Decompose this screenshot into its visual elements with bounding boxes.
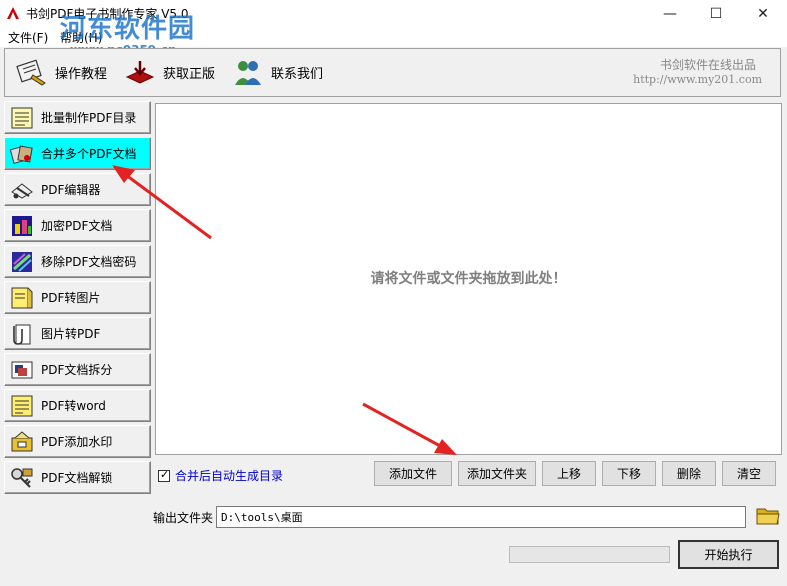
- brand-text: 书剑软件在线出品: [659, 58, 756, 72]
- folder-icon[interactable]: [756, 504, 780, 526]
- sidebar-item-watermark[interactable]: PDF添加水印: [4, 425, 151, 458]
- sidebar-item-label: PDF添加水印: [41, 435, 113, 449]
- watermark-icon: [11, 430, 33, 451]
- start-button[interactable]: 开始执行: [678, 540, 779, 569]
- buy-button[interactable]: 获取正版: [123, 57, 215, 87]
- sidebar-item-encrypt[interactable]: 加密PDF文档: [4, 209, 151, 242]
- contact-label: 联系我们: [271, 66, 324, 82]
- sidebar-item-label: 移除PDF文档密码: [41, 255, 137, 269]
- auto-toc-checkbox[interactable]: 合并后自动生成目录: [158, 467, 283, 484]
- sidebar-item-label: 批量制作PDF目录: [41, 111, 137, 125]
- sidebar-item-label: PDF文档解锁: [41, 471, 113, 485]
- sidebar-item-catalog[interactable]: 批量制作PDF目录: [4, 101, 151, 134]
- sidebar-item-label: 图片转PDF: [41, 327, 101, 341]
- sidebar-item-split[interactable]: PDF文档拆分: [4, 353, 151, 386]
- sidebar-item-merge[interactable]: 合并多个PDF文档: [4, 137, 151, 170]
- unlock-password-icon: [12, 251, 32, 272]
- tutorial-icon: [16, 59, 46, 86]
- move-down-button[interactable]: 下移: [602, 461, 656, 486]
- contact-icon: [235, 61, 261, 85]
- watermark-text: 河东软件园: [60, 14, 196, 44]
- sidebar-item-editor[interactable]: PDF编辑器: [4, 173, 151, 206]
- clip-icon: [13, 324, 31, 345]
- sidebar-item-label: PDF文档拆分: [41, 363, 113, 377]
- sidebar-item-pdf-to-word[interactable]: PDF转word: [4, 389, 151, 422]
- brand-url[interactable]: http://www.my201.com: [633, 73, 762, 86]
- app-icon: [7, 7, 19, 19]
- key-icon: [11, 467, 33, 488]
- buy-icon: [125, 61, 155, 84]
- sidebar-item-label: PDF编辑器: [41, 183, 101, 197]
- merge-icon: [9, 144, 33, 164]
- tutorial-button[interactable]: 操作教程: [15, 57, 107, 87]
- sidebar-item-pdf-to-image[interactable]: PDF转图片: [4, 281, 151, 314]
- image-icon: [11, 287, 33, 308]
- move-up-button[interactable]: 上移: [542, 461, 596, 486]
- catalog-icon: [11, 107, 33, 128]
- toolbar: 操作教程 获取正版 联系我们 书剑软件在线出品 http://www.my201…: [4, 48, 781, 97]
- sidebar-item-label: PDF转图片: [41, 291, 101, 305]
- lock-icon: [12, 215, 32, 236]
- split-icon: [11, 361, 33, 378]
- file-drop-area[interactable]: 请将文件或文件夹拖放到此处！: [155, 103, 782, 455]
- sidebar-item-label: 合并多个PDF文档: [41, 147, 137, 161]
- minimize-button[interactable]: —: [647, 0, 693, 28]
- clear-button[interactable]: 清空: [722, 461, 776, 486]
- output-folder-label: 输出文件夹: [153, 511, 214, 525]
- editor-icon: [11, 182, 33, 199]
- sidebar-item-label: 加密PDF文档: [41, 219, 113, 233]
- checkbox-checked-icon[interactable]: [158, 468, 170, 482]
- sidebar-item-unlock[interactable]: PDF文档解锁: [4, 461, 151, 494]
- tutorial-label: 操作教程: [55, 66, 108, 82]
- menu-file[interactable]: 文件(F): [8, 29, 48, 46]
- add-folder-button[interactable]: 添加文件夹: [458, 461, 536, 486]
- drop-hint: 请将文件或文件夹拖放到此处！: [370, 271, 567, 287]
- progress-bar: [509, 546, 670, 563]
- buy-label: 获取正版: [163, 66, 216, 82]
- auto-toc-label: 合并后自动生成目录: [175, 469, 284, 483]
- word-icon: [11, 395, 33, 416]
- sidebar-item-label: PDF转word: [41, 399, 106, 413]
- sidebar-item-image-to-pdf[interactable]: 图片转PDF: [4, 317, 151, 350]
- add-file-button[interactable]: 添加文件: [374, 461, 452, 486]
- sidebar-item-remove-password[interactable]: 移除PDF文档密码: [4, 245, 151, 278]
- close-button[interactable]: ✕: [740, 0, 786, 28]
- maximize-button[interactable]: ☐: [693, 0, 739, 28]
- contact-button[interactable]: 联系我们: [231, 57, 323, 87]
- output-folder-input[interactable]: [216, 506, 746, 528]
- delete-button[interactable]: 删除: [662, 461, 716, 486]
